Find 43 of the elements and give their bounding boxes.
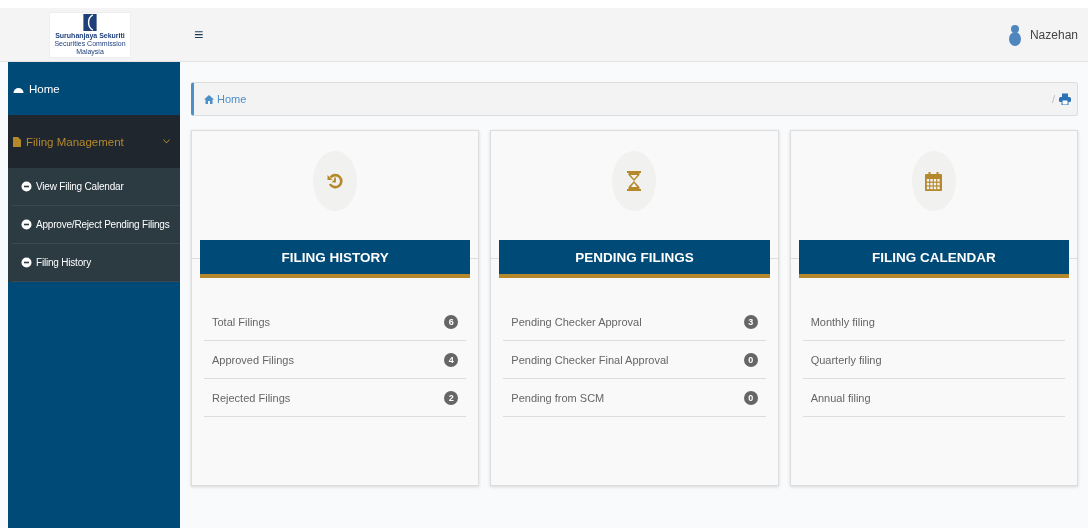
sidebar-subitem[interactable]: Approve/Reject Pending Filings: [12, 206, 180, 244]
list-row[interactable]: Annual filing: [802, 379, 1065, 417]
row-label: Quarterly filing: [810, 353, 882, 366]
sidebar-subitem[interactable]: View Filing Calendar: [12, 168, 180, 206]
count-badge: 6: [444, 314, 459, 329]
card-title: FILING CALENDAR: [798, 240, 1069, 278]
list-row[interactable]: Approved Filings 4: [204, 341, 467, 379]
breadcrumb-link[interactable]: Home: [204, 93, 1048, 105]
count-badge: 4: [444, 352, 459, 367]
hourglass-icon: [627, 171, 642, 191]
list-row[interactable]: Total Filings 6: [204, 303, 467, 341]
list-row[interactable]: Quarterly filing: [802, 341, 1065, 379]
home-icon: [204, 94, 214, 104]
row-label: Pending from SCM: [511, 391, 605, 404]
calendar-icon: [925, 171, 943, 191]
document-icon: [13, 136, 21, 147]
list-row[interactable]: Monthly filing: [802, 303, 1065, 341]
user-icon: [1007, 23, 1022, 46]
print-icon[interactable]: [1059, 93, 1071, 105]
list-row[interactable]: Rejected Filings 2: [204, 379, 467, 417]
breadcrumb-separator: /: [1051, 93, 1055, 105]
list-row[interactable]: Pending Checker Approval 3: [503, 303, 766, 341]
count-badge: 3: [743, 314, 758, 329]
row-label: Pending Checker Final Approval: [511, 353, 669, 366]
row-label: Pending Checker Approval: [511, 315, 642, 328]
list-row[interactable]: Pending Checker Final Approval 0: [503, 341, 766, 379]
sidebar-subitem[interactable]: Filing History: [12, 244, 180, 282]
menu-button[interactable]: ≡: [190, 25, 208, 44]
row-label: Rejected Filings: [212, 391, 291, 404]
count-badge: 0: [743, 352, 758, 367]
sidebar-item[interactable]: Filing Management: [8, 115, 180, 168]
card-title: FILING HISTORY: [200, 240, 471, 278]
row-label: Approved Filings: [212, 353, 294, 366]
count-badge: 2: [444, 390, 459, 405]
chevron-icon: [163, 139, 170, 144]
history-icon: [327, 173, 344, 189]
list-row[interactable]: Pending from SCM 0: [503, 379, 766, 417]
user-name[interactable]: Nazehan: [1029, 27, 1078, 42]
count-badge: 0: [743, 390, 758, 405]
card-title: PENDING FILINGS: [499, 240, 770, 278]
row-label: Total Filings: [212, 315, 271, 328]
row-label: Monthly filing: [810, 315, 875, 328]
row-label: Annual filing: [810, 391, 871, 404]
